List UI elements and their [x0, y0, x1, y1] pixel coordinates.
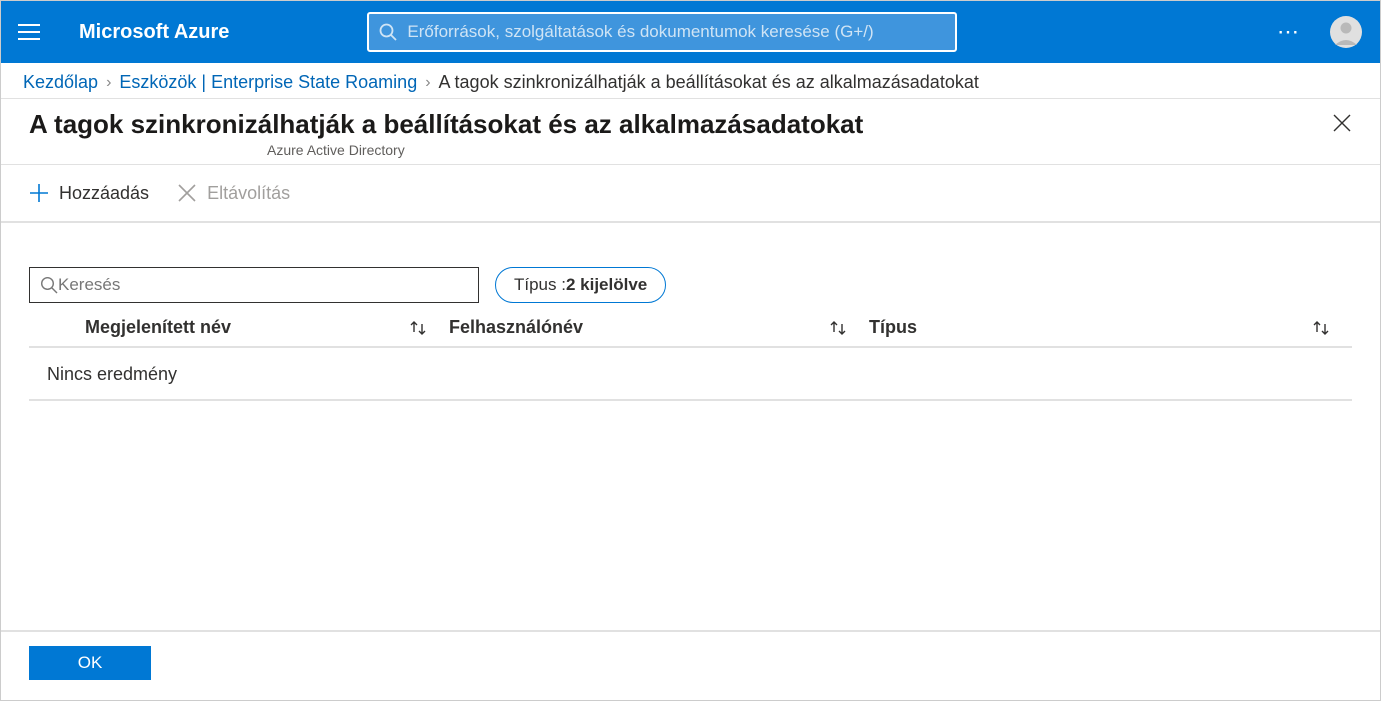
page-subtitle: Azure Active Directory — [267, 142, 1328, 158]
remove-button: Eltávolítás — [177, 183, 290, 204]
sort-icon — [409, 320, 427, 336]
page-title: A tagok szinkronizálhatják a beállítások… — [29, 109, 1328, 140]
ok-button[interactable]: OK — [29, 646, 151, 680]
column-display-name-label: Megjelenített név — [85, 317, 231, 338]
search-icon — [40, 276, 58, 294]
footer: OK — [1, 630, 1380, 700]
breadcrumb-home[interactable]: Kezdőlap — [23, 72, 98, 93]
breadcrumb-current: A tagok szinkronizálhatják a beállítások… — [439, 72, 979, 93]
more-menu[interactable]: ⋯ — [1267, 13, 1312, 51]
hamburger-menu[interactable] — [9, 12, 49, 52]
hamburger-icon — [18, 24, 40, 40]
column-type-label: Típus — [869, 317, 917, 338]
title-bar: A tagok szinkronizálhatják a beállítások… — [1, 99, 1380, 165]
top-bar: Microsoft Azure Erőforrások, szolgáltatá… — [1, 1, 1380, 63]
column-type[interactable]: Típus — [869, 317, 1352, 338]
global-search[interactable]: Erőforrások, szolgáltatások és dokumentu… — [367, 12, 957, 52]
x-icon — [177, 183, 197, 203]
command-bar: Hozzáadás Eltávolítás — [1, 165, 1380, 223]
no-results-row: Nincs eredmény — [29, 348, 1352, 401]
breadcrumb: Kezdőlap › Eszközök | Enterprise State R… — [1, 63, 1380, 99]
global-search-placeholder: Erőforrások, szolgáltatások és dokumentu… — [407, 22, 873, 42]
add-button[interactable]: Hozzáadás — [29, 183, 149, 204]
search-input[interactable] — [58, 275, 468, 295]
chevron-right-icon: › — [106, 74, 111, 92]
results-table: Megjelenített név Felhasználónév Típus N… — [29, 317, 1352, 401]
brand-label[interactable]: Microsoft Azure — [79, 21, 229, 44]
remove-button-label: Eltávolítás — [207, 183, 290, 204]
add-button-label: Hozzáadás — [59, 183, 149, 204]
type-filter-pill[interactable]: Típus : 2 kijelölve — [495, 267, 666, 303]
chevron-right-icon: › — [425, 74, 430, 92]
column-username-label: Felhasználónév — [449, 317, 583, 338]
filter-row: Típus : 2 kijelölve — [29, 267, 1352, 303]
plus-icon — [29, 183, 49, 203]
type-filter-value: 2 kijelölve — [566, 275, 647, 295]
search-icon — [379, 23, 397, 41]
breadcrumb-devices[interactable]: Eszközök | Enterprise State Roaming — [119, 72, 417, 93]
close-button[interactable] — [1328, 109, 1356, 137]
column-display-name[interactable]: Megjelenített név — [29, 317, 449, 338]
sort-icon — [829, 320, 847, 336]
sort-icon — [1312, 320, 1330, 336]
avatar-icon — [1331, 17, 1361, 47]
table-header: Megjelenített név Felhasználónév Típus — [29, 317, 1352, 348]
type-filter-label: Típus : — [514, 275, 566, 295]
content-area: Típus : 2 kijelölve Megjelenített név Fe… — [1, 223, 1380, 630]
search-input-wrapper[interactable] — [29, 267, 479, 303]
close-icon — [1333, 114, 1351, 132]
column-username[interactable]: Felhasználónév — [449, 317, 869, 338]
avatar[interactable] — [1330, 16, 1362, 48]
